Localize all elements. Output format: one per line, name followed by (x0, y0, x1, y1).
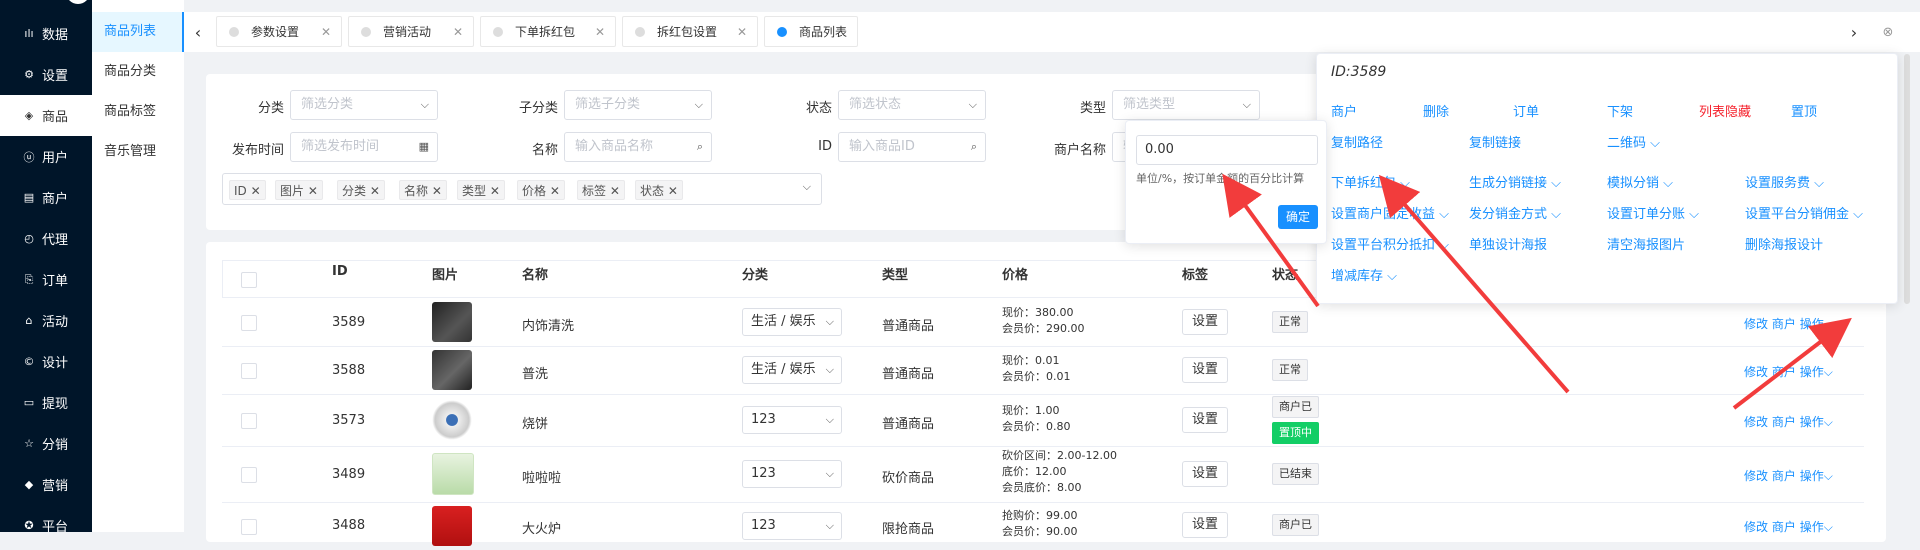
arrow-to-red-packet (1378, 174, 1570, 394)
arrow-to-actions (1732, 317, 1852, 410)
annotation-arrows (1222, 173, 1852, 410)
arrow-to-hint (1222, 173, 1320, 308)
